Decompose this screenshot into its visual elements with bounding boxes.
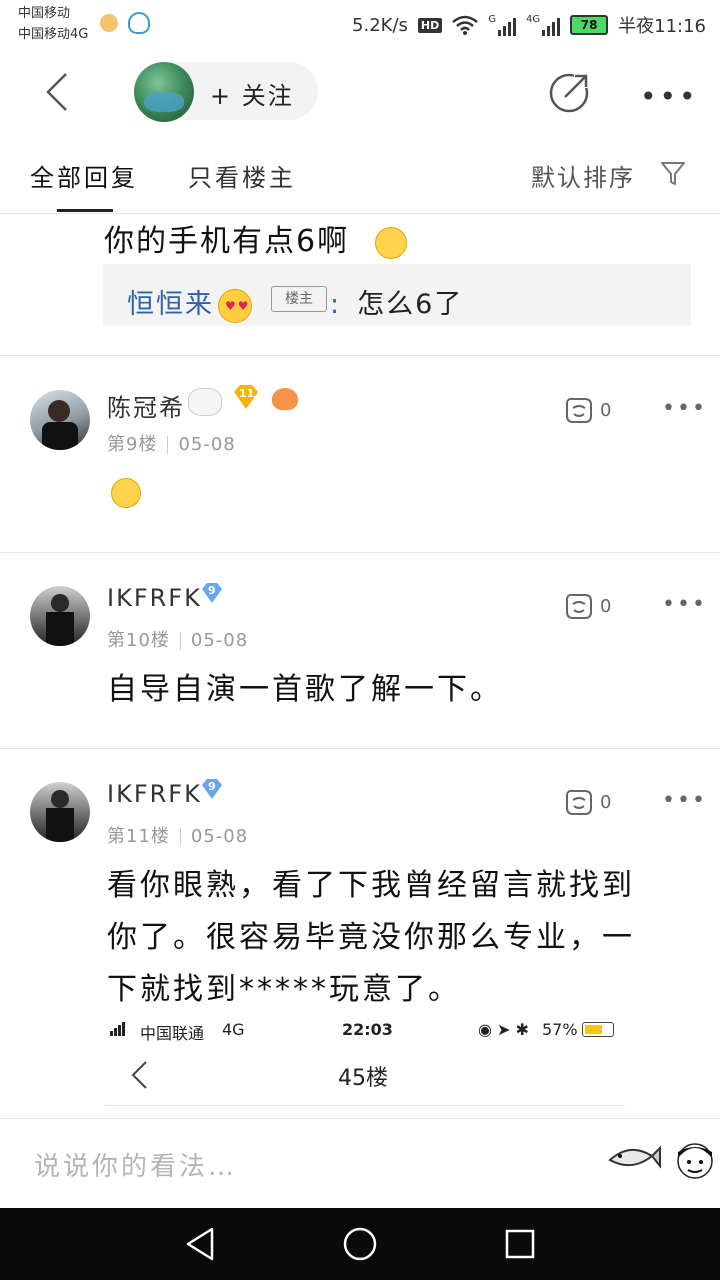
forum-avatar[interactable] — [134, 62, 194, 122]
level-badge: 11 — [232, 384, 260, 410]
embedded-time: 22:03 — [342, 1020, 393, 1039]
embedded-status-bar: 中国联通 4G 22:03 ◉ ➤ ✱ 57% — [110, 1020, 620, 1043]
more-icon[interactable]: ••• — [662, 592, 707, 617]
level-badge: 9 — [200, 582, 224, 608]
share-icon[interactable] — [548, 70, 592, 114]
like-icon[interactable] — [563, 592, 595, 620]
fish-sticker-icon[interactable] — [604, 1138, 662, 1178]
post-body-line: 下就找到*****玩意了。 — [107, 972, 461, 1007]
more-icon[interactable]: ••• — [640, 80, 699, 113]
embedded-carrier: 中国联通 — [140, 1024, 205, 1043]
divider — [0, 355, 720, 356]
op-tag: 楼主 — [271, 286, 327, 312]
more-icon[interactable]: ••• — [662, 788, 707, 813]
embedded-net: 4G — [222, 1020, 245, 1039]
smile-emoji-icon — [111, 478, 141, 508]
username[interactable]: IKFRFK — [107, 780, 202, 808]
post-body: 自导自演一首歌了解一下。 — [107, 672, 503, 707]
post-meta: 第9楼 05-08 — [107, 434, 236, 455]
embedded-battery-icon — [582, 1022, 614, 1037]
avatar[interactable] — [30, 390, 90, 450]
vip-icon — [272, 388, 298, 410]
hd-icon: HD — [417, 17, 443, 33]
embedded-signal-icon — [110, 1022, 125, 1036]
comment-input[interactable]: 说说你的看法… — [34, 1146, 237, 1183]
follow-label[interactable]: + 关注 — [210, 76, 294, 111]
post-body-line: 你了。很容易毕竟没你那么专业，一 — [107, 920, 635, 955]
embedded-battery-text: 57% — [542, 1020, 578, 1039]
laughing-emoji-icon — [374, 226, 407, 259]
qq-icon — [128, 12, 150, 34]
status-right: 5.2K/s HD G 4G 78 半夜11:16 — [352, 12, 706, 38]
wifi-icon — [452, 15, 479, 35]
face-sticker-icon[interactable] — [676, 1142, 714, 1180]
divider — [0, 552, 720, 553]
post-meta: 第11楼 05-08 — [107, 826, 249, 847]
battery-icon: 78 — [570, 15, 609, 35]
status-bar: 中国移动 中国移动4G 5.2K/s HD G 4G 78 半夜11:16 — [0, 0, 720, 48]
signal-1: G — [488, 14, 516, 36]
embedded-status-icons: ◉ ➤ ✱ — [478, 1020, 529, 1039]
like-icon[interactable] — [563, 788, 595, 816]
sheep-icon — [188, 388, 222, 416]
signal-2: 4G — [526, 14, 561, 36]
post-meta: 第10楼 05-08 — [107, 630, 249, 651]
like-count: 0 — [600, 596, 612, 617]
level-badge: 9 — [200, 778, 224, 804]
nav-recents-icon[interactable] — [504, 1228, 536, 1260]
quote-text: : 怎么6了 — [330, 289, 464, 320]
like-count: 0 — [600, 400, 612, 421]
like-count: 0 — [600, 792, 612, 813]
avatar[interactable] — [30, 586, 90, 646]
embedded-back-icon — [131, 1061, 147, 1089]
filter-icon[interactable] — [660, 160, 686, 186]
username[interactable]: IKFRFK — [107, 584, 202, 612]
like-icon[interactable] — [563, 396, 595, 424]
nav-home-icon[interactable] — [342, 1226, 378, 1262]
heart-eyes-emoji-icon: ♥♥ — [218, 288, 252, 323]
sort-dropdown[interactable]: 默认排序 — [531, 158, 635, 193]
embedded-title: 45楼 — [338, 1066, 388, 1091]
divider — [0, 748, 720, 749]
tab-active-indicator — [57, 209, 113, 212]
speed-text: 5.2K/s — [352, 14, 408, 36]
nav-back-icon[interactable] — [184, 1226, 216, 1262]
tab-op-only[interactable]: 只看楼主 — [188, 158, 296, 193]
more-icon[interactable]: ••• — [662, 396, 707, 421]
avatar[interactable] — [30, 782, 90, 842]
quote-username[interactable]: 恒恒来 ♥♥ — [127, 282, 252, 323]
carrier-1: 中国移动 — [18, 6, 71, 21]
tab-all-replies[interactable]: 全部回复 — [30, 158, 138, 193]
divider — [105, 1105, 625, 1106]
post-body-line: 看你眼熟，看了下我曾经留言就找到 — [107, 868, 635, 903]
username[interactable]: 陈冠希 — [107, 388, 185, 423]
reply-text: 你的手机有点6啊 — [104, 216, 407, 260]
carrier-2: 中国移动4G — [18, 27, 89, 42]
divider — [0, 213, 720, 214]
notification-icon — [100, 14, 118, 32]
status-time: 半夜11:16 — [618, 16, 706, 37]
back-icon[interactable] — [44, 72, 84, 112]
